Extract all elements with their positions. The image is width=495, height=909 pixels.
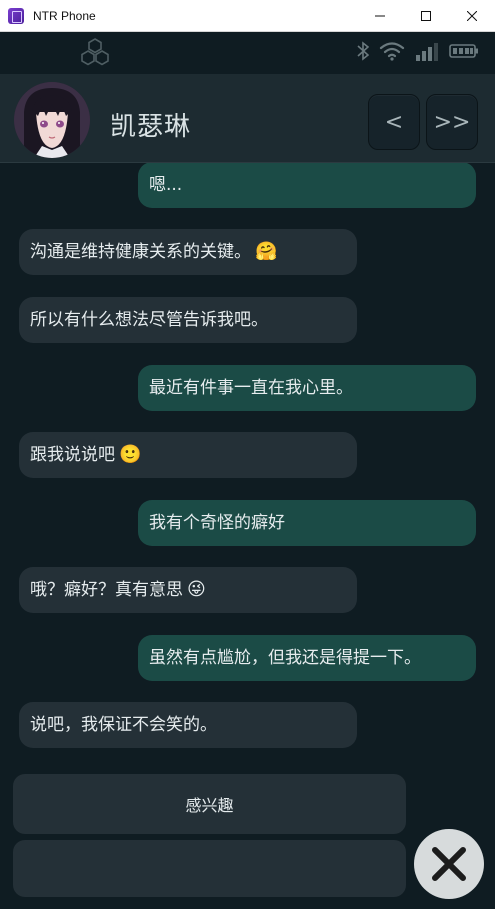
chat-header: 凯瑟琳 < >> xyxy=(0,74,495,163)
message-sent: 虽然有点尴尬，但我还是得提一下。 xyxy=(138,635,476,681)
app-icon xyxy=(8,7,24,24)
contact-name: 凯瑟琳 xyxy=(110,112,192,142)
status-icons xyxy=(357,41,479,61)
message-text: 虽然有点尴尬，但我还是得提一下。 xyxy=(149,648,421,668)
anime-girl-portrait-icon xyxy=(14,82,90,158)
close-x-icon xyxy=(432,847,466,881)
message-text: 最近有件事一直在我心里。 xyxy=(149,378,353,398)
message-sent: 最近有件事一直在我心里。 xyxy=(138,365,476,411)
message-received: 哦？癖好？真有意思 😜 xyxy=(19,567,357,613)
message-received: 跟我说说吧 🙂 xyxy=(19,432,357,478)
skip-forward-button[interactable]: >> xyxy=(426,94,478,150)
minimize-icon xyxy=(375,15,385,16)
maximize-button[interactable] xyxy=(403,0,449,31)
message-text: 嗯... xyxy=(149,175,183,195)
maximize-icon xyxy=(421,10,431,21)
window-title: NTR Phone xyxy=(33,8,96,23)
message-received: 说吧，我保证不会笑的。 xyxy=(19,702,357,748)
message-text: 沟通是维持健康关系的关键。 xyxy=(30,242,251,262)
wifi-icon xyxy=(379,42,405,61)
battery-icon xyxy=(449,44,478,58)
message-text: 所以有什么想法尽管告诉我吧。 xyxy=(30,310,268,330)
message-list[interactable]: 嗯... 沟通是维持健康关系的关键。 🤗 所以有什么想法尽管告诉我吧。 最近有件… xyxy=(0,163,495,773)
message-text: 哦？癖好？真有意思 xyxy=(30,580,183,600)
bluetooth-icon xyxy=(357,41,369,61)
message-text: 我有个奇怪的癖好 xyxy=(149,513,285,533)
slight-smile-emoji-icon: 🙂 xyxy=(119,444,142,465)
title-bar: NTR Phone xyxy=(0,0,495,32)
message-received: 沟通是维持健康关系的关键。 🤗 xyxy=(19,229,357,275)
close-icon xyxy=(467,10,477,21)
signal-icon xyxy=(416,43,438,61)
window-controls xyxy=(357,0,495,31)
hugging-face-emoji-icon: 🤗 xyxy=(255,241,278,262)
message-received: 所以有什么想法尽管告诉我吧。 xyxy=(19,297,357,343)
message-text: 跟我说说吧 xyxy=(30,445,115,465)
message-sent: 我有个奇怪的癖好 xyxy=(138,500,476,546)
app-window: NTR Phone 凯瑟琳 < >> 嗯... 沟通是维持健康关系的关键。 🤗 … xyxy=(0,0,495,909)
close-window-button[interactable] xyxy=(449,0,495,31)
previous-button[interactable]: < xyxy=(368,94,420,150)
message-text: 说吧，我保证不会笑的。 xyxy=(30,715,217,735)
contact-avatar[interactable] xyxy=(14,82,90,158)
network-cubes-icon xyxy=(81,38,109,66)
winking-tongue-emoji-icon: 😜 xyxy=(187,579,206,600)
minimize-button[interactable] xyxy=(357,0,403,31)
reply-choice-button[interactable]: 感兴趣 xyxy=(13,774,406,834)
reply-input-area[interactable] xyxy=(13,840,406,897)
close-phone-button[interactable] xyxy=(414,829,484,899)
message-sent: 嗯... xyxy=(138,163,476,208)
